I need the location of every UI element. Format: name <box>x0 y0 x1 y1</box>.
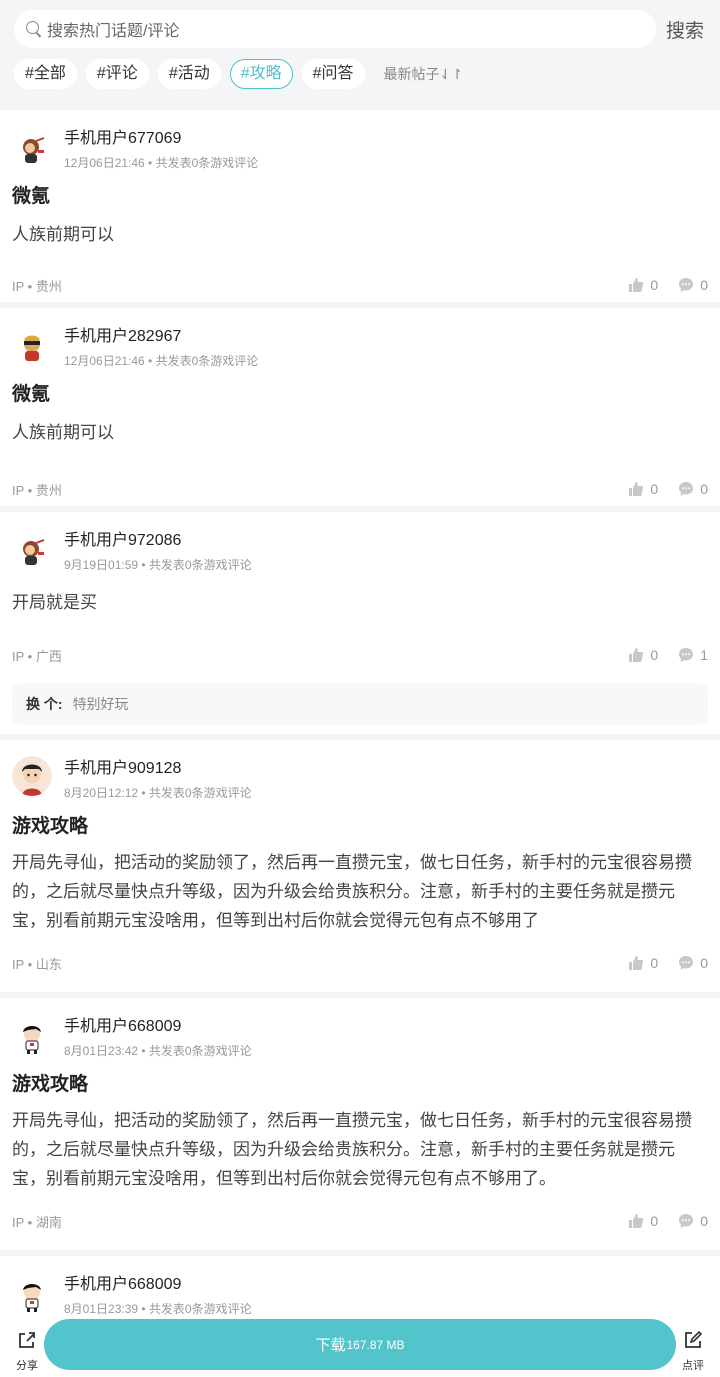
username[interactable]: 手机用户282967 <box>64 322 181 346</box>
tag-all[interactable]: #全部 <box>14 59 77 89</box>
like-button[interactable]: 0 <box>628 481 658 497</box>
ip-location: IP • 湖南 <box>12 1214 62 1230</box>
post-body: 人族前期可以 <box>12 423 114 442</box>
share-icon <box>19 1332 35 1348</box>
like-button[interactable]: 0 <box>628 647 658 663</box>
ip-location: IP • 山东 <box>12 956 62 972</box>
like-count: 0 <box>650 647 659 663</box>
comment-count: 0 <box>700 955 708 971</box>
search-placeholder: 搜索热门话题/评论 <box>47 23 180 40</box>
post-card[interactable]: 手机用户282967 12月06日21:46 • 共发表0条游戏评论 微氪 人族… <box>0 302 720 506</box>
bandit-avatar[interactable] <box>14 330 50 366</box>
post-title: 微氪 <box>12 186 51 207</box>
search-button[interactable]: 搜索 <box>666 16 704 43</box>
sort-latest-posts[interactable]: 最新帖子⇃↾ <box>384 64 463 84</box>
post-title: 游戏攻略 <box>12 1074 89 1095</box>
post-card[interactable]: 手机用户668009 8月01日23:42 • 共发表0条游戏评论 游戏攻略 开… <box>0 992 720 1250</box>
thumbs-up-icon <box>629 648 644 662</box>
post-body: 开局先寻仙，把活动的奖励领了，然后再一直攒元宝，做七日任务，新手村的元宝很容易攒… <box>12 853 692 930</box>
download-label: 下载 <box>315 1337 346 1354</box>
like-count: 0 <box>650 481 659 497</box>
post-meta: 12月06日21:46 • 共发表0条游戏评论 <box>64 156 259 170</box>
reply-text: 特别好玩 <box>72 696 129 712</box>
username[interactable]: 手机用户972086 <box>64 526 181 550</box>
comment-bubble-icon <box>679 482 694 496</box>
download-size: 167.87 MB <box>346 1337 405 1352</box>
like-button[interactable]: 0 <box>628 277 658 293</box>
reply-username: 换 个: <box>26 696 63 712</box>
edit-icon <box>685 1330 703 1348</box>
search-row: 搜索热门话题/评论 搜索 <box>14 10 706 48</box>
post-title: 微氪 <box>12 384 51 405</box>
comment-bubble-icon <box>679 956 694 970</box>
comment-button[interactable]: 0 <box>678 481 708 497</box>
tag-filter-bar: #全部 #评论 #活动 #攻略 #问答 最新帖子⇃↾ <box>14 58 706 90</box>
cartoon-kid-avatar[interactable] <box>14 1020 50 1056</box>
tag-guides[interactable]: #攻略 <box>229 59 293 89</box>
post-card[interactable]: 手机用户909128 8月20日12:12 • 共发表0条游戏评论 游戏攻略 开… <box>0 734 720 992</box>
ip-location: IP • 贵州 <box>12 482 62 498</box>
like-button[interactable]: 0 <box>628 1213 658 1229</box>
share-button[interactable]: 分享 <box>12 1330 42 1373</box>
thumbs-up-icon <box>629 1214 644 1228</box>
tag-qa[interactable]: #问答 <box>301 59 365 89</box>
post-meta: 12月06日21:46 • 共发表0条游戏评论 <box>64 354 259 368</box>
bottom-action-bar: 分享 下载 167.87 MB 点评 <box>0 1316 720 1377</box>
post-meta: 8月01日23:42 • 共发表0条游戏评论 <box>64 1044 252 1058</box>
comment-count: 0 <box>700 481 708 497</box>
cartoon-kid-avatar[interactable] <box>14 1278 50 1314</box>
comment-button[interactable]: 1 <box>678 647 708 663</box>
like-count: 0 <box>650 955 659 971</box>
like-count: 0 <box>650 1213 659 1229</box>
comment-count: 1 <box>700 647 708 663</box>
post-body: 开局就是买 <box>12 593 97 612</box>
comment-bubble-icon <box>679 648 694 662</box>
monkey-avatar[interactable] <box>14 132 50 168</box>
like-count: 0 <box>650 277 659 293</box>
review-button[interactable]: 点评 <box>678 1330 708 1373</box>
search-input[interactable]: 搜索热门话题/评论 <box>14 10 656 48</box>
post-meta: 9月19日01:59 • 共发表0条游戏评论 <box>64 558 252 572</box>
username[interactable]: 手机用户668009 <box>64 1270 181 1294</box>
top-header: 搜索热门话题/评论 搜索 #全部 #评论 #活动 #攻略 #问答 最新帖子⇃↾ <box>0 0 720 104</box>
comment-button[interactable]: 0 <box>678 955 708 971</box>
search-icon <box>26 20 43 38</box>
username[interactable]: 手机用户668009 <box>64 1012 181 1036</box>
post-body: 开局先寻仙，把活动的奖励领了，然后再一直攒元宝，做七日任务，新手村的元宝很容易攒… <box>12 1111 692 1188</box>
post-meta: 8月20日12:12 • 共发表0条游戏评论 <box>64 786 252 800</box>
post-card[interactable]: 手机用户677069 12月06日21:46 • 共发表0条游戏评论 微氪 人族… <box>0 104 720 302</box>
thumbs-up-icon <box>629 956 644 970</box>
download-button[interactable]: 下载 167.87 MB <box>44 1319 676 1370</box>
comment-bubble-icon <box>679 278 694 292</box>
thumbs-up-icon <box>629 482 644 496</box>
ip-location: IP • 广西 <box>12 648 62 664</box>
tag-events[interactable]: #活动 <box>157 59 221 89</box>
boy-avatar[interactable] <box>12 756 52 796</box>
ip-location: IP • 贵州 <box>12 278 62 294</box>
post-card[interactable]: 手机用户972086 9月19日01:59 • 共发表0条游戏评论 开局就是买 … <box>0 506 720 734</box>
comment-button[interactable]: 0 <box>678 1213 708 1229</box>
post-body: 人族前期可以 <box>12 225 114 244</box>
comment-button[interactable]: 0 <box>678 277 708 293</box>
comment-count: 0 <box>700 1213 708 1229</box>
review-label: 点评 <box>682 1360 704 1372</box>
username[interactable]: 手机用户677069 <box>64 124 181 148</box>
share-label: 分享 <box>16 1360 38 1372</box>
thumbs-up-icon <box>629 278 644 292</box>
comment-count: 0 <box>700 277 708 293</box>
like-button[interactable]: 0 <box>628 955 658 971</box>
monkey-avatar[interactable] <box>14 534 50 570</box>
username[interactable]: 手机用户909128 <box>64 754 181 778</box>
tag-comments[interactable]: #评论 <box>85 59 149 89</box>
post-meta: 8月01日23:39 • 共发表0条游戏评论 <box>64 1302 252 1316</box>
comment-bubble-icon <box>679 1214 694 1228</box>
reply-preview[interactable]: 换 个: 特别好玩 <box>12 683 708 725</box>
post-title: 游戏攻略 <box>12 816 89 837</box>
